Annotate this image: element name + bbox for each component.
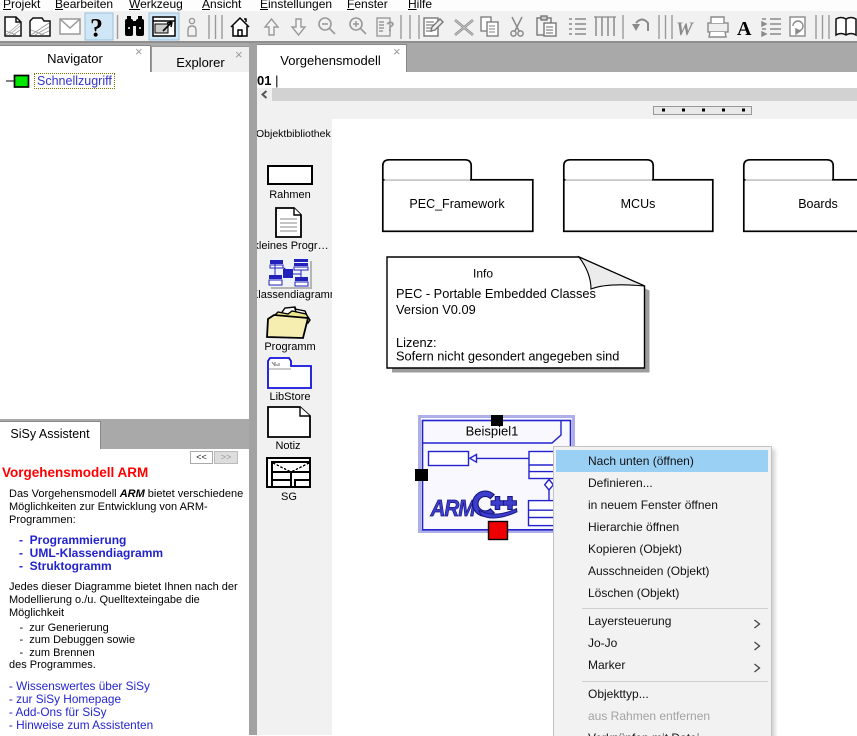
svg-text:Info: Info <box>473 267 493 281</box>
svg-text:Boards: Boards <box>798 197 838 211</box>
svg-text:Version V0.09: Version V0.09 <box>396 302 476 317</box>
svg-text:ARM: ARM <box>430 495 476 522</box>
svg-text:?: ? <box>386 18 395 34</box>
svg-text:?: ? <box>90 14 103 42</box>
svg-text:A: A <box>737 18 752 40</box>
svg-text:PEC_Framework: PEC_Framework <box>409 197 505 211</box>
svg-text:MCUs: MCUs <box>621 197 656 211</box>
svg-text:PEC - Portable Embedded Classe: PEC - Portable Embedded Classes <box>396 286 596 301</box>
svg-text:W: W <box>676 19 694 40</box>
svg-text:Sofern nicht gesondert angegeb: Sofern nicht gesondert angegeben sind <box>396 349 619 364</box>
